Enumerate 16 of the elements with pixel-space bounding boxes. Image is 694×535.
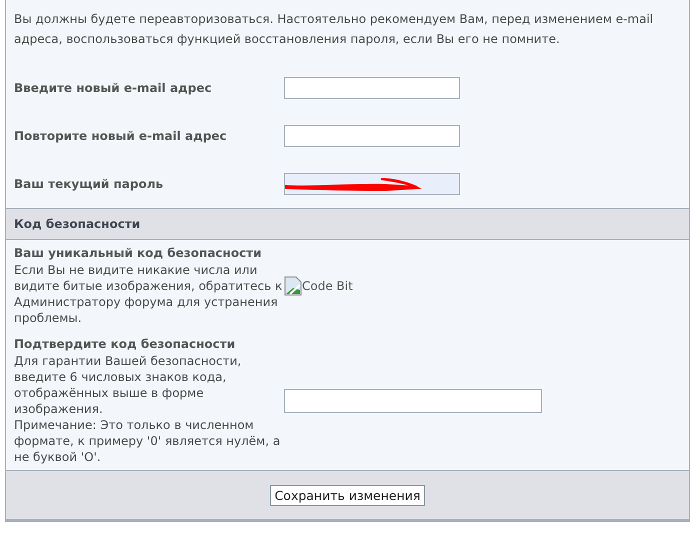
save-button[interactable]: Сохранить изменения: [270, 484, 426, 506]
field-label: Введите новый e-mail адрес: [13, 81, 213, 95]
section-header: Код безопасности: [6, 208, 689, 240]
row-title: Подтвердите код безопасности: [14, 336, 236, 353]
image-alt-text: Code Bit: [302, 278, 353, 292]
code-field[interactable]: [284, 388, 542, 412]
email-field[interactable]: [284, 125, 460, 147]
row-description: Для гарантии Вашей безопасности, введите 6 числовых знаков кода, отображённых выше в форме изображения. Примечание: Это только в численном формате, к примеру '0' является нулём, а не буквой 'O'.: [14, 353, 282, 465]
row-description: Если Вы не видите никакие числа или видите битые изображения, обратитесь к Администратору форума для устранения проблемы.: [14, 262, 284, 326]
email-field[interactable]: [284, 77, 460, 99]
notice-text: Вы должны будете переавторизоваться. Настоятельно рекомендуем Вам, перед изменением e-mail адреса, воспользоваться функцией восстановления пароля, если Вы его не помните.: [13, 11, 654, 48]
field-label: Ваш текущий пароль: [13, 177, 164, 191]
password-field[interactable]: [284, 173, 460, 195]
broken-image-icon: [284, 276, 302, 296]
row-title: Ваш уникальный код безопасности: [14, 245, 263, 262]
field-label: Повторите новый e-mail адрес: [13, 129, 228, 143]
